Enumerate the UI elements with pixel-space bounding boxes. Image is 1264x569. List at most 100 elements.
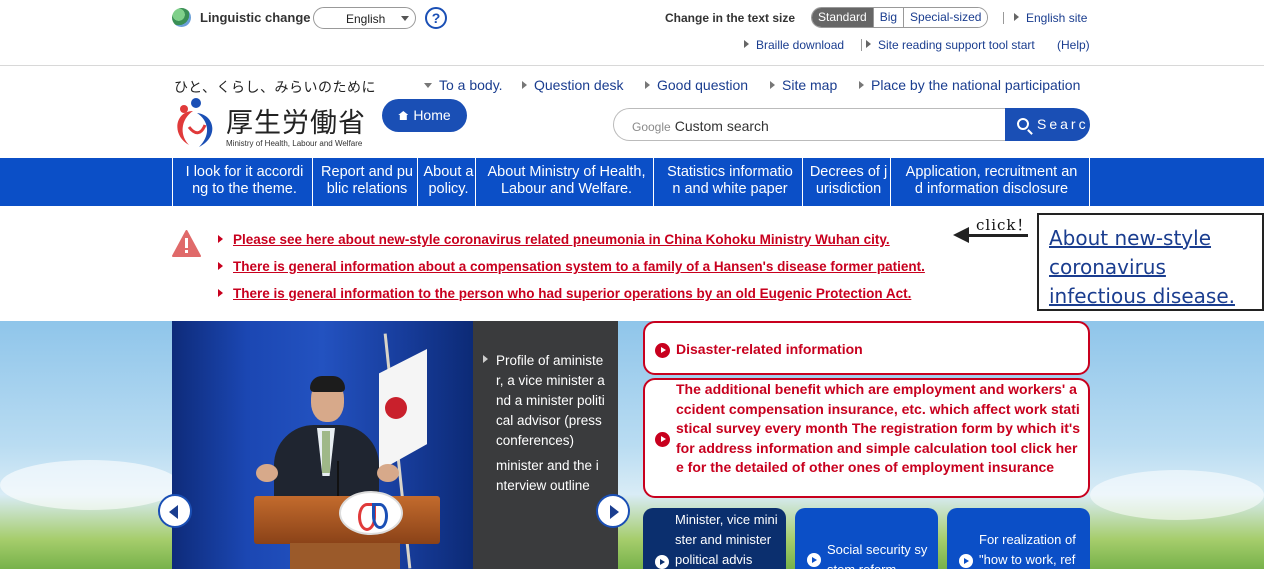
arrow-right-icon — [744, 40, 749, 48]
arrow-right-icon — [522, 81, 527, 89]
home-button[interactable]: Home — [382, 99, 467, 132]
text-size-special[interactable]: Special-sized — [903, 8, 988, 27]
gnav-report-pr[interactable]: Report and pu blic relations — [312, 158, 418, 206]
arrow-right-icon — [859, 81, 864, 89]
braille-download-link[interactable]: Braille download — [744, 38, 844, 52]
arrow-circle-icon — [655, 432, 670, 447]
search-input[interactable]: Google Custom search — [613, 108, 1006, 141]
header-link-label: Good question — [657, 77, 749, 93]
search-placeholder: Custom search — [674, 118, 769, 134]
person-hand — [256, 464, 278, 482]
help-icon[interactable]: ? — [425, 7, 447, 29]
slider-prev-button[interactable] — [158, 494, 192, 528]
person-tie — [322, 431, 330, 473]
flag-sun — [385, 397, 407, 419]
divider — [1003, 12, 1004, 24]
language-select[interactable]: English — [313, 7, 416, 29]
employment-insurance-label: The additional benefit which are employm… — [676, 381, 1080, 476]
tile-work-reform-label: For realization of "how to work, ref — [979, 532, 1076, 567]
text-size-big[interactable]: Big — [872, 8, 904, 27]
divider — [861, 39, 862, 51]
help-link[interactable]: (Help) — [1057, 38, 1090, 52]
english-site-label: English site — [1026, 11, 1088, 25]
tile-work-reform[interactable]: For realization of "how to work, ref — [947, 508, 1090, 569]
search-button-label: Searc — [1037, 116, 1089, 132]
warning-icon — [172, 230, 201, 257]
news-slider: Profile of aminister, a vice minister an… — [172, 321, 618, 569]
arrow-right-icon — [218, 235, 223, 243]
microphone — [337, 461, 339, 497]
reading-support-link[interactable]: Site reading support tool start — [866, 38, 1035, 52]
gnav-theme[interactable]: I look for it accordi ng to the theme. — [172, 158, 313, 206]
text-size-label: Change in the text size — [665, 11, 796, 25]
text-size-standard[interactable]: Standard — [812, 8, 873, 27]
home-button-label: Home — [413, 107, 451, 123]
podium-base — [290, 543, 400, 569]
header-link-label: Place by the national participation — [871, 77, 1081, 93]
gnav-about-ministry[interactable]: About Ministry of Health, Labour and Wel… — [475, 158, 654, 206]
ministry-name-jp[interactable]: 厚生労働省 — [226, 101, 366, 140]
arrow-right-icon — [218, 289, 223, 297]
person-hair — [310, 376, 345, 392]
linguistic-change-label: Linguistic change — [200, 10, 311, 25]
click-annotation: click！ — [976, 216, 1033, 234]
disaster-info-box[interactable]: Disaster-related information — [643, 321, 1090, 375]
slide-caption[interactable]: Profile of aminister, a vice minister an… — [496, 351, 606, 496]
english-site-link[interactable]: English site — [1014, 11, 1087, 25]
header-link-body[interactable]: To a body. — [424, 77, 503, 93]
header-link-national-participation[interactable]: Place by the national participation — [859, 77, 1080, 93]
slide-caption-title: Profile of aminister, a vice minister an… — [496, 353, 605, 448]
slider-next-button[interactable] — [596, 494, 630, 528]
arrow-right-icon — [770, 81, 775, 89]
tile-minister-label: Minister, vice minister and minister pol… — [675, 512, 778, 567]
arrow-circle-icon — [807, 553, 821, 567]
header-link-label: Site map — [782, 77, 838, 93]
gnav-policy[interactable]: About a policy. — [417, 158, 476, 206]
disaster-info-label: Disaster-related information — [676, 341, 863, 357]
home-icon — [398, 111, 409, 120]
tile-social-security-label: Social security system reform — [827, 542, 928, 569]
minister-photo[interactable] — [172, 321, 473, 569]
alert-link-label: There is general information to the pers… — [233, 286, 912, 301]
global-nav: I look for it accordi ng to the theme. R… — [0, 158, 1264, 206]
arrow-down-icon — [424, 83, 432, 88]
alert-link-label: Please see here about new-style coronavi… — [233, 232, 890, 247]
coronavirus-callout-link[interactable]: About new-style coronavirus infectious d… — [1037, 213, 1264, 311]
search-button[interactable]: Searc — [1005, 108, 1090, 141]
arrow-right-icon — [1014, 13, 1019, 21]
globe-icon — [172, 8, 191, 27]
arrow-circle-icon — [959, 554, 973, 568]
annotation-arrow — [968, 234, 1028, 237]
gnav-statistics[interactable]: Statistics informatio n and white paper — [653, 158, 803, 206]
cloud-decoration — [0, 460, 180, 510]
text-size-switch: Standard Big Special-sized — [811, 7, 989, 28]
tile-minister[interactable]: Minister, vice minister and minister pol… — [643, 508, 786, 569]
alert-link-coronavirus[interactable]: Please see here about new-style coronavi… — [218, 232, 890, 247]
language-select-value: English — [346, 12, 386, 26]
arrow-circle-icon — [655, 555, 669, 569]
header-link-site-map[interactable]: Site map — [770, 77, 837, 93]
ministry-name-en: Ministry of Health, Labour and Welfare — [226, 139, 363, 148]
cloud-decoration — [1090, 470, 1264, 520]
gnav-application[interactable]: Application, recruitment an d informatio… — [890, 158, 1090, 206]
ministry-logo-icon[interactable] — [171, 97, 221, 149]
braille-download-label: Braille download — [756, 38, 845, 52]
gnav-decrees[interactable]: Decrees of j urisdiction — [802, 158, 891, 206]
page: Linguistic change English ? Change in th… — [0, 0, 1264, 569]
arrow-right-icon — [645, 81, 650, 89]
employment-insurance-box[interactable]: The additional benefit which are employm… — [643, 378, 1090, 498]
arrow-right-icon — [218, 262, 223, 270]
tile-social-security[interactable]: Social security system reform — [795, 508, 938, 569]
search-icon — [1017, 118, 1029, 130]
header-link-question-desk[interactable]: Question desk — [522, 77, 624, 93]
tagline: ひと、くらし、みらいのために — [174, 80, 377, 96]
person-hand — [377, 464, 399, 482]
alert-link-label: There is general information about a com… — [233, 259, 925, 274]
alert-link-eugenic[interactable]: There is general information to the pers… — [218, 286, 911, 301]
chevron-down-icon — [401, 16, 409, 21]
arrow-left-icon — [953, 227, 969, 243]
header-link-good-question[interactable]: Good question — [645, 77, 748, 93]
reading-support-label: Site reading support tool start — [878, 38, 1035, 52]
alert-link-hansen[interactable]: There is general information about a com… — [218, 259, 925, 274]
google-label: Google — [632, 120, 671, 134]
